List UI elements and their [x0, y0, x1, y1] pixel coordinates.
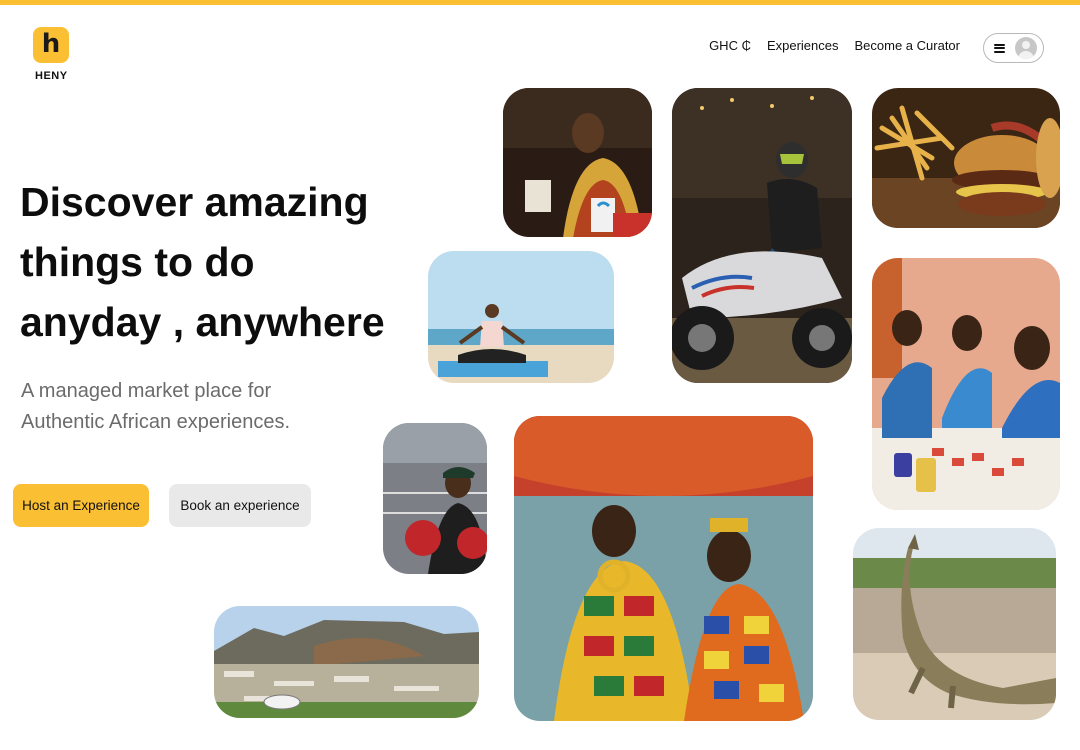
book-experience-button[interactable]: Book an experience	[169, 484, 311, 527]
photo-boxing[interactable]	[383, 423, 487, 574]
subheadline-line-1: A managed market place for	[21, 380, 272, 402]
hero-headline: Discover amazing things to do anyday , a…	[20, 172, 400, 352]
user-menu-button[interactable]	[983, 33, 1044, 63]
headline-line-3: anyday , anywhere	[20, 299, 385, 345]
photo-beach-yoga[interactable]	[428, 251, 614, 383]
photo-crocodile[interactable]	[853, 528, 1056, 720]
hamburger-icon	[994, 43, 1005, 53]
top-accent-bar	[0, 0, 1080, 5]
subheadline-line-2: Authentic African experiences.	[21, 411, 291, 433]
headline-line-1: Discover amazing	[20, 179, 369, 225]
user-avatar-icon	[1015, 37, 1037, 59]
currency-selector[interactable]: GHC ₵	[709, 38, 751, 53]
nav-become-curator[interactable]: Become a Curator	[855, 38, 961, 53]
host-experience-button[interactable]: Host an Experience	[13, 484, 149, 527]
photo-painting-class[interactable]	[503, 88, 652, 237]
logo-letter: h	[41, 29, 61, 59]
top-nav: GHC ₵ Experiences Become a Curator	[709, 38, 960, 53]
hero-subheadline: A managed market place for Authentic Afr…	[21, 376, 351, 438]
photo-burger-fries[interactable]	[872, 88, 1060, 228]
photo-chiefs-kente[interactable]	[514, 416, 813, 721]
logo-icon[interactable]: h	[33, 27, 69, 63]
brand-name: HENY	[35, 70, 68, 82]
photo-art-workshop[interactable]	[872, 258, 1060, 510]
photo-cape-town[interactable]	[214, 606, 479, 718]
headline-line-2: things to do	[20, 239, 255, 285]
nav-experiences[interactable]: Experiences	[767, 38, 839, 53]
photo-motorcycle[interactable]	[672, 88, 852, 383]
